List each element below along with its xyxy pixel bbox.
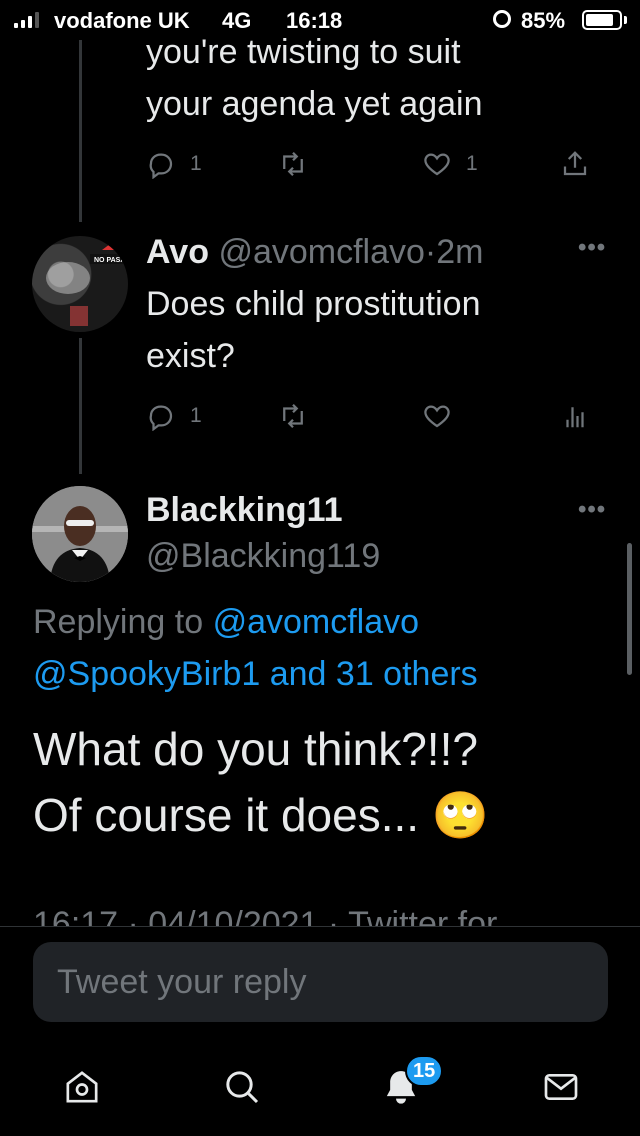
user-name[interactable]: Avo — [146, 233, 209, 271]
tweet-text-line: What do you think?!!? — [33, 723, 478, 775]
analytics-icon — [566, 407, 584, 428]
reply-placeholder: Tweet your reply — [57, 962, 307, 1001]
tweet-text-line: Of course it does... — [33, 789, 420, 841]
thread-line — [79, 338, 82, 474]
tweet-time: 2m — [436, 233, 484, 271]
tweet-text: Does child prostitution exist? — [146, 278, 481, 382]
divider — [0, 926, 640, 927]
share-icon — [563, 151, 587, 176]
tab-search[interactable] — [218, 1063, 266, 1111]
tweet-text-line: exist? — [146, 337, 235, 375]
retweet-icon — [283, 151, 303, 177]
search-icon — [226, 1071, 259, 1104]
avatar-image — [32, 486, 128, 582]
tab-bar — [0, 1045, 640, 1136]
avatar[interactable]: NO PASAL — [32, 236, 128, 332]
alarm-icon — [493, 10, 511, 28]
replying-to: Replying to @avomcflavo @SpookyBirb1 and… — [33, 596, 478, 700]
reply-count: 1 — [190, 404, 202, 427]
user-name[interactable]: Blackking11 — [146, 490, 343, 530]
like-icon — [424, 405, 450, 428]
like-button[interactable] — [422, 394, 452, 438]
replying-to-handle[interactable]: @avomcflavo — [213, 603, 419, 641]
tab-messages[interactable] — [537, 1063, 585, 1111]
svg-text:NO PASAL: NO PASAL — [94, 257, 128, 264]
user-handle[interactable]: @avomcflavo — [218, 233, 424, 271]
signal-icon — [14, 12, 39, 28]
replying-to-others[interactable]: @SpookyBirb1 and 31 others — [33, 648, 478, 700]
reply-count: 1 — [190, 152, 202, 175]
tweet-text-line: your agenda yet again — [146, 85, 483, 123]
messages-icon — [544, 1074, 578, 1100]
reply-button[interactable]: 1 — [146, 394, 202, 438]
thread-line — [79, 40, 82, 222]
tweet-text-line: Does child prostitution — [146, 285, 481, 323]
battery-percent: 85% — [521, 8, 566, 33]
tab-home[interactable] — [58, 1063, 106, 1111]
home-icon — [66, 1071, 98, 1103]
tweet-text: What do you think?!!? Of course it does.… — [33, 716, 489, 848]
more-icon[interactable]: ••• — [578, 234, 606, 262]
avatar[interactable] — [32, 486, 128, 582]
tweet-text-line: you're twisting to suit — [146, 33, 461, 71]
replying-to-label: Replying to — [33, 603, 204, 641]
avatar-image: NO PASAL — [46, 244, 128, 326]
tweet-actions: 1 1 — [146, 142, 596, 186]
eye-roll-emoji: 🙄 — [431, 789, 490, 841]
like-icon — [424, 153, 450, 176]
separator: · — [424, 233, 437, 271]
user-name-text: Blackking11 — [146, 491, 343, 529]
tweet-text: you're twisting to suit your agenda yet … — [146, 26, 482, 130]
reply-input[interactable]: Tweet your reply — [33, 942, 608, 1022]
like-button[interactable]: 1 — [422, 142, 478, 186]
reply-icon — [149, 153, 173, 179]
user-handle[interactable]: @Blackking119 — [146, 536, 380, 576]
share-button[interactable] — [560, 142, 590, 186]
tweet-meta-clip: 16:17 · 04/10/2021 · Twitter for — [33, 900, 613, 927]
like-count: 1 — [466, 152, 478, 175]
scrollbar[interactable] — [627, 543, 632, 675]
tweet-actions: 1 — [146, 394, 596, 438]
tweet-meta: 16:17 · 04/10/2021 · Twitter for — [33, 905, 498, 927]
more-icon[interactable]: ••• — [578, 496, 606, 524]
retweet-button[interactable] — [278, 394, 308, 438]
battery-nub — [624, 16, 627, 24]
retweet-icon — [283, 403, 303, 429]
battery-fill — [586, 14, 613, 26]
tweet-header: Avo @avomcflavo·2m — [146, 230, 483, 274]
battery-icon — [582, 10, 622, 30]
reply-icon — [149, 405, 173, 431]
retweet-button[interactable] — [278, 142, 308, 186]
notifications-badge: 15 — [405, 1055, 444, 1087]
reply-button[interactable]: 1 — [146, 142, 202, 186]
analytics-button[interactable] — [560, 394, 590, 438]
